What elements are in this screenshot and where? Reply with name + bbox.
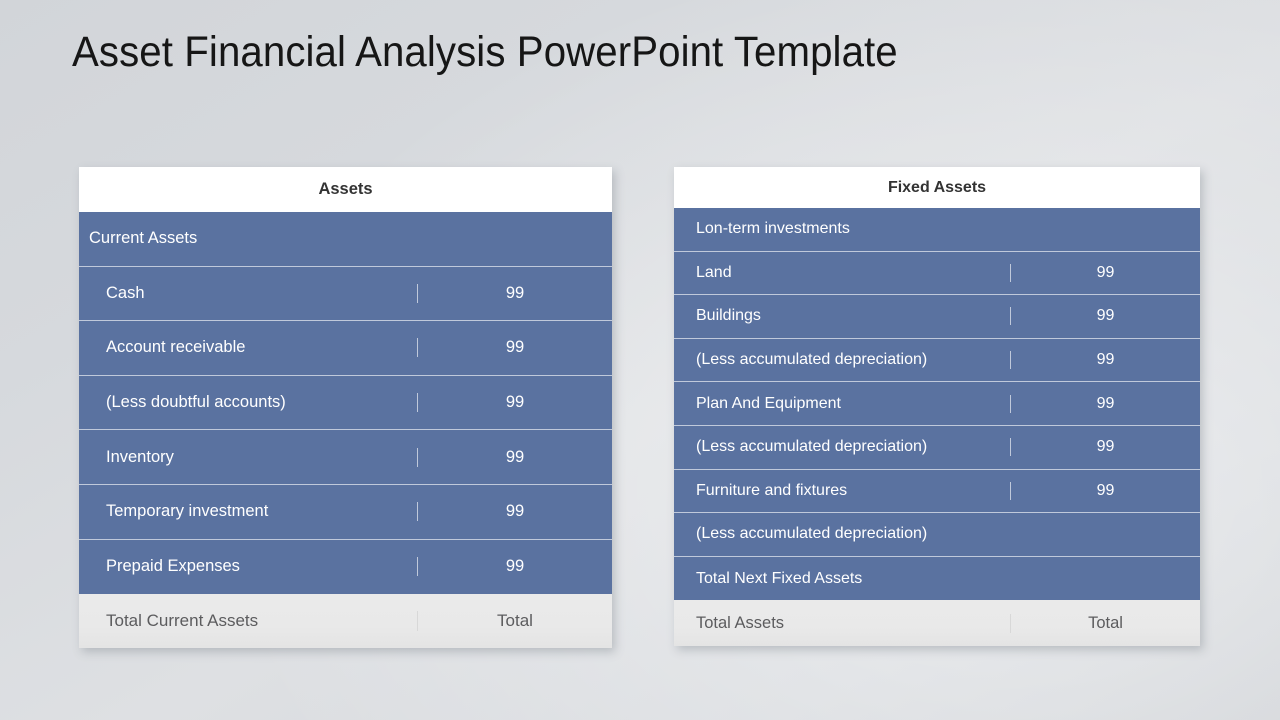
row-label: (Less accumulated depreciation) [696,525,928,543]
fixed-assets-table-body: Lon-term investments Land 99 Buildings 99 (Le… [674,208,1200,601]
row-label: Buildings [696,307,761,325]
row-label: Furniture and fixtures [696,481,848,499]
table-row: Inventory 99 [79,430,612,485]
row-section-label: Current Assets [89,229,198,248]
row-value: 99 [417,557,612,577]
fixed-assets-footer-label: Total Assets [696,613,785,632]
row-value: 99 [1010,394,1200,413]
assets-table-footer-row: Total Current Assets Total [79,594,612,649]
table-row: (Less accumulated depreciation) 99 [674,338,1200,383]
row-label: Total Next Fixed Assets [696,569,863,587]
table-row: Current Assets [79,212,612,267]
row-label: Prepaid Expenses [106,557,240,576]
table-row: Land 99 [674,251,1200,296]
slide-canvas: Asset Financial Analysis PowerPoint Temp… [0,0,1280,720]
row-value: 99 [1010,351,1200,370]
assets-table-body: Current Assets Cash 99 Account receivable 99… [79,212,612,595]
table-row: Temporary investment 99 [79,484,612,540]
table-row: Prepaid Expenses 99 [79,539,612,595]
row-label: Inventory [106,447,174,466]
table-row: (Less accumulated depreciation) 99 [674,425,1200,470]
row-label: Lon-term investments [696,220,850,238]
row-label: (Less accumulated depreciation) [696,351,928,369]
assets-footer-value: Total [417,611,612,632]
table-row: Lon-term investments [674,208,1200,252]
row-value: 99 [1010,263,1200,282]
fixed-assets-table-header: Fixed Assets [674,167,1200,208]
row-label: Account receivable [106,338,246,357]
row-value: 99 [417,338,612,358]
row-label: Temporary investment [106,502,269,521]
row-label: Land [696,263,732,281]
row-value: 99 [417,502,612,522]
row-label: Plan And Equipment [696,394,841,412]
row-value: 99 [417,447,612,467]
table-row: (Less doubtful accounts) 99 [79,375,612,431]
table-row: Buildings 99 [674,295,1200,339]
table-row: (Less accumulated depreciation) [674,513,1200,557]
row-value: 99 [417,393,612,413]
row-value: 99 [417,283,612,303]
page-title: Asset Financial Analysis PowerPoint Temp… [72,28,898,76]
fixed-assets-table: Fixed Assets Lon-term investments Land 99 B… [674,167,1200,647]
assets-table-header: Assets [79,167,612,212]
table-row: Account receivable 99 [79,321,612,376]
table-row: Cash 99 [79,266,612,322]
table-row: Plan And Equipment 99 [674,382,1200,426]
table-row: Total Next Fixed Assets [674,556,1200,601]
table-row: Furniture and fixtures 99 [674,469,1200,514]
row-label: (Less accumulated depreciation) [696,438,928,456]
row-value: 99 [1010,438,1200,457]
assets-table: Assets Current Assets Cash 99 Account recei… [79,167,612,649]
fixed-assets-table-footer-row: Total Assets Total [674,600,1200,647]
row-label: Cash [106,283,145,302]
row-value: 99 [1010,307,1200,326]
row-value: 99 [1010,481,1200,500]
assets-footer-label: Total Current Assets [106,611,259,631]
fixed-assets-footer-value: Total [1010,613,1200,633]
row-label: (Less doubtful accounts) [106,393,286,412]
